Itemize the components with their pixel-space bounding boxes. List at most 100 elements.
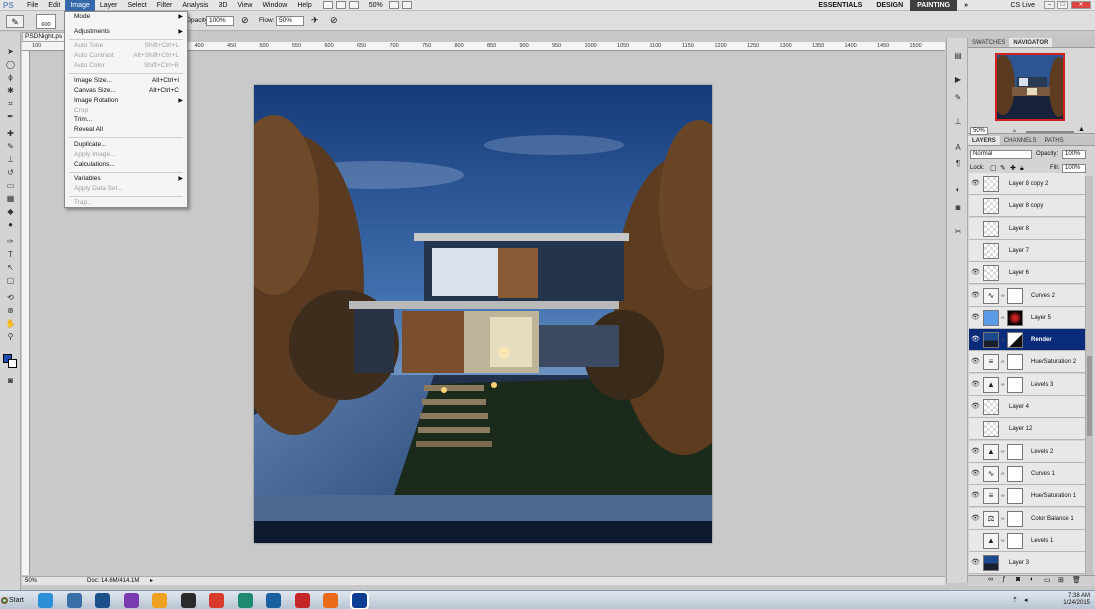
new-group-icon[interactable]: ▭ xyxy=(1044,576,1051,584)
visibility-eye-icon[interactable]: 👁︎ xyxy=(971,179,980,188)
tab-navigator[interactable]: NAVIGATOR xyxy=(1009,38,1053,47)
visibility-eye-icon[interactable] xyxy=(971,536,980,545)
visibility-eye-icon[interactable] xyxy=(971,424,980,433)
menu-item-image-size[interactable]: Image Size... Alt+Ctrl+I xyxy=(65,76,187,86)
layer-thumbnail[interactable] xyxy=(983,399,999,415)
taskbar-app-icon[interactable] xyxy=(152,593,167,608)
menu-item-adjustments[interactable]: Adjustments ▶ xyxy=(65,27,187,37)
background-color-swatch[interactable] xyxy=(8,359,17,368)
layer-row[interactable]: Layer 8 xyxy=(969,217,1085,240)
tab-paths[interactable]: PATHS xyxy=(1040,136,1067,145)
lock-position-icon[interactable]: ✚ xyxy=(1010,164,1016,173)
mask-link-icon[interactable]: ∞ xyxy=(1001,359,1005,365)
layer-style-icon[interactable]: ƒ xyxy=(1002,576,1006,583)
layer-row[interactable]: 👁︎ ≡ ∞ Hue/Saturation 1 xyxy=(969,485,1085,508)
workspace-more[interactable]: » xyxy=(957,0,975,11)
taskbar-app-icon[interactable] xyxy=(323,593,338,608)
bridge-icon[interactable] xyxy=(322,1,333,9)
zoom-out-icon[interactable]: ▵ xyxy=(1013,127,1016,134)
new-adjustment-icon[interactable]: ◐ xyxy=(1030,576,1034,583)
lock-all-icon[interactable]: 🔒︎ xyxy=(1020,164,1024,173)
tray-volume-icon[interactable]: ◂ xyxy=(1024,596,1028,604)
healing-brush-icon[interactable]: ✚ xyxy=(4,128,17,139)
visibility-eye-icon[interactable] xyxy=(971,201,980,210)
menu-item-trim[interactable]: Trim... xyxy=(65,115,187,125)
menu-window[interactable]: Window xyxy=(257,0,292,11)
quick-mask-icon[interactable]: ◙ xyxy=(4,375,17,386)
visibility-eye-icon[interactable] xyxy=(971,246,980,255)
brush-preset-picker[interactable]: 600 xyxy=(36,14,56,29)
layer-mask-thumbnail[interactable] xyxy=(1007,532,1023,549)
navigator-thumbnail[interactable] xyxy=(995,53,1065,121)
paragraph-panel-icon[interactable]: ¶ xyxy=(952,158,964,169)
menu-item-reveal-all[interactable]: Reveal All xyxy=(65,125,187,135)
layer-row[interactable]: Layer 8 copy xyxy=(969,195,1085,218)
arrange-documents-icon[interactable] xyxy=(388,1,399,9)
taskbar-app-icon[interactable] xyxy=(237,593,253,608)
menu-item-calculations[interactable]: Calculations... xyxy=(65,160,187,170)
brush-presets-icon[interactable]: ✎ xyxy=(952,92,964,103)
mask-link-icon[interactable]: ∞ xyxy=(1001,449,1005,455)
layer-row[interactable]: 👁︎ ∿ ∞ Curves 1 xyxy=(969,462,1085,485)
hand-tool-icon[interactable]: ✋ xyxy=(4,318,17,329)
layer-thumbnail[interactable] xyxy=(983,555,999,572)
menu-item-apply-data-set[interactable]: Apply Data Set... xyxy=(65,184,187,194)
minimize-button[interactable]: – xyxy=(1044,1,1055,9)
layer-row[interactable]: 👁︎ ▲ ∞ Levels 3 xyxy=(969,373,1085,396)
delete-layer-icon[interactable]: 🗑︎ xyxy=(1072,576,1081,584)
menu-view[interactable]: View xyxy=(232,0,257,11)
workspace-design[interactable]: DESIGN xyxy=(869,0,910,11)
layer-row[interactable]: Layer 12 xyxy=(969,418,1085,441)
mask-link-icon[interactable]: ∞ xyxy=(1001,516,1005,522)
mask-link-icon[interactable]: ∞ xyxy=(1001,382,1005,388)
visibility-eye-icon[interactable]: 👁︎ xyxy=(971,291,980,300)
history-panel-icon[interactable]: ▤ xyxy=(952,50,964,61)
blur-tool-icon[interactable]: ◆ xyxy=(4,206,17,217)
3d-rotate-icon[interactable]: ⟲ xyxy=(4,292,17,303)
brush-tool-icon[interactable]: ✎ xyxy=(4,141,17,152)
layer-thumbnail[interactable] xyxy=(983,309,999,326)
layer-thumbnail[interactable] xyxy=(983,198,999,215)
tab-swatches[interactable]: SWATCHES xyxy=(968,38,1009,47)
menu-item-canvas-size[interactable]: Canvas Size... Alt+Ctrl+C xyxy=(65,86,187,96)
screen-mode-icon[interactable] xyxy=(401,1,412,9)
menu-item-variables[interactable]: Variables ▶ xyxy=(65,174,187,184)
layer-row[interactable]: 👁︎ Layer 8 copy 2 xyxy=(969,173,1085,195)
link-layers-icon[interactable]: ∞ xyxy=(988,576,993,583)
visibility-eye-icon[interactable]: 👁︎ xyxy=(971,380,980,389)
clone-source-icon[interactable]: ⊥ xyxy=(952,116,964,127)
layer-thumbnail[interactable] xyxy=(983,176,999,192)
layer-mask-thumbnail[interactable] xyxy=(1007,354,1023,371)
marquee-tool-icon[interactable]: ◯ xyxy=(4,59,17,70)
zoom-in-icon[interactable]: ▲ xyxy=(1078,126,1085,133)
menu-item-trap[interactable]: Trap... xyxy=(65,198,187,208)
layer-thumbnail[interactable] xyxy=(983,242,999,259)
visibility-eye-icon[interactable] xyxy=(971,224,980,233)
menu-help[interactable]: Help xyxy=(292,0,316,11)
menu-item-mode[interactable]: Mode ▶ xyxy=(65,12,187,22)
layer-row[interactable]: 👁︎ ≡ ∞ Hue/Saturation 2 xyxy=(969,351,1085,374)
maximize-button[interactable]: □ xyxy=(1057,1,1068,9)
visibility-eye-icon[interactable]: 👁︎ xyxy=(971,402,980,411)
clone-stamp-icon[interactable]: ⊥ xyxy=(4,154,17,165)
layer-row[interactable]: 👁︎ ∞ Render xyxy=(969,329,1085,352)
layer-row[interactable]: 👁︎ ⚖ ∞ Color Balance 1 xyxy=(969,507,1085,530)
path-select-icon[interactable]: ↖ xyxy=(4,262,17,273)
layer-mask-thumbnail[interactable] xyxy=(1007,488,1023,505)
minibridge-icon[interactable] xyxy=(335,1,346,9)
menu-image[interactable]: Image xyxy=(65,0,95,11)
menu-layer[interactable]: Layer xyxy=(95,0,123,11)
eraser-tool-icon[interactable]: ▭ xyxy=(4,180,17,191)
layer-mask-thumbnail[interactable] xyxy=(1007,510,1023,527)
fill-input[interactable]: 100% xyxy=(1062,164,1086,173)
tab-channels[interactable]: CHANNELS xyxy=(1000,136,1041,145)
taskbar-clock[interactable]: 7:38 AM 1/24/2015 xyxy=(1040,593,1090,608)
layer-mask-thumbnail[interactable] xyxy=(1007,287,1023,304)
visibility-eye-icon[interactable]: 👁︎ xyxy=(971,313,980,322)
visibility-eye-icon[interactable]: 👁︎ xyxy=(971,469,980,478)
taskbar-app-icon[interactable] xyxy=(38,593,53,608)
zoom-level[interactable]: 50% xyxy=(369,2,383,9)
layer-mask-thumbnail[interactable] xyxy=(1007,376,1023,393)
taskbar-app-icon[interactable] xyxy=(294,593,310,608)
layer-thumbnail[interactable] xyxy=(983,265,999,282)
